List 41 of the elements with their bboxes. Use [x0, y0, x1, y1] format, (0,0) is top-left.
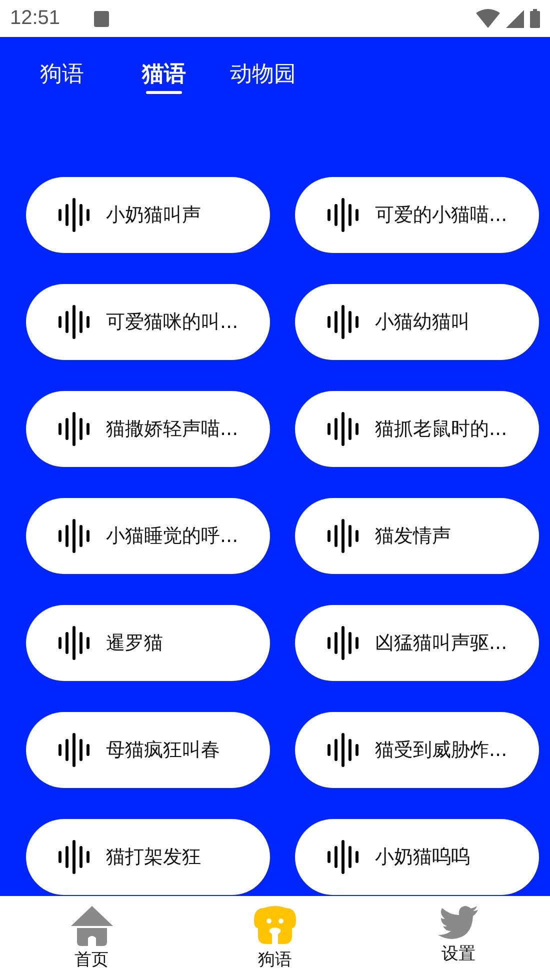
sound-button[interactable]: 小奶猫呜呜	[295, 819, 539, 895]
sound-button[interactable]: 小猫睡觉的呼...	[26, 498, 270, 574]
sound-button[interactable]: 小奶猫叫声	[26, 177, 270, 253]
category-tab[interactable]: 猫语	[142, 59, 186, 103]
sound-wave-icon	[58, 412, 90, 446]
category-tab[interactable]: 狗语	[40, 59, 84, 103]
sound-button[interactable]: 母猫疯狂叫春	[26, 712, 270, 788]
sound-button[interactable]: 猫打架发狂	[26, 819, 270, 895]
sound-button[interactable]: 猫抓老鼠时的...	[295, 391, 539, 467]
sound-button[interactable]: 小猫幼猫叫	[295, 284, 539, 360]
sound-wave-icon	[327, 198, 359, 232]
sound-wave-icon	[327, 412, 359, 446]
sound-button[interactable]: 可爱猫咪的叫...	[26, 284, 270, 360]
clock-time: 12:51	[10, 7, 60, 30]
bird-icon	[438, 906, 478, 940]
sound-wave-icon	[327, 733, 359, 767]
sound-wave-icon	[58, 733, 90, 767]
sound-button[interactable]: 暹罗猫	[26, 605, 270, 681]
sound-wave-icon	[58, 840, 90, 874]
sound-wave-icon	[58, 519, 90, 553]
sound-button[interactable]: 猫发情声	[295, 498, 539, 574]
wifi-icon	[476, 9, 500, 28]
category-tab[interactable]: 动物园	[230, 59, 296, 103]
nav-item[interactable]: 狗语	[183, 896, 367, 979]
sound-button[interactable]: 可爱的小猫喵...	[295, 177, 539, 253]
sound-wave-icon	[327, 305, 359, 339]
sound-wave-icon	[58, 305, 90, 339]
sound-wave-icon	[327, 519, 359, 553]
signal-icon	[506, 10, 524, 28]
sound-wave-icon	[327, 626, 359, 660]
battery-icon	[530, 9, 540, 28]
sound-button[interactable]: 猫撒娇轻声喵...	[26, 391, 270, 467]
sound-button[interactable]: 猫受到威胁炸...	[295, 712, 539, 788]
nav-item[interactable]: 设置	[366, 896, 550, 979]
sound-wave-icon	[58, 198, 90, 232]
dog-icon	[254, 906, 296, 946]
sound-wave-icon	[327, 840, 359, 874]
house-icon	[70, 906, 113, 946]
sound-button[interactable]: 凶猛猫叫声驱...	[295, 605, 539, 681]
sound-wave-icon	[58, 626, 90, 660]
nav-item[interactable]: 首页	[0, 896, 184, 979]
